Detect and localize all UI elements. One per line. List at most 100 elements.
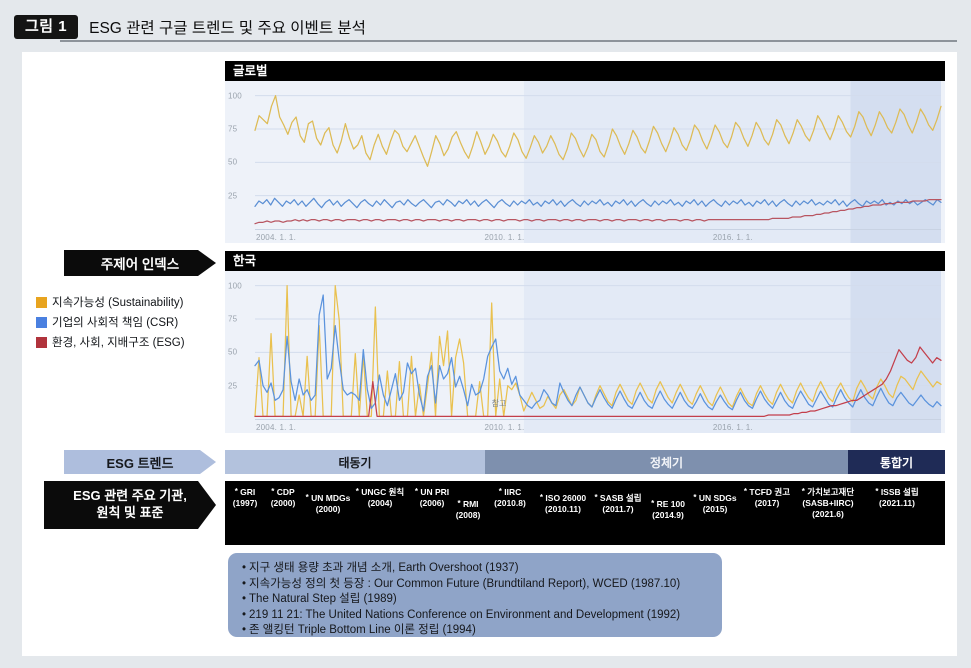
legend-item: 환경, 사회, 지배구조 (ESG)	[36, 334, 185, 350]
phase-band-integration: 통합기	[848, 450, 945, 474]
callout-bullet-text: 지구 생태 용량 초과 개념 소개, Earth Overshoot (1937…	[249, 562, 519, 574]
page-title: ESG 관련 구글 트렌드 및 주요 이벤트 분석	[89, 20, 366, 37]
timeline-item-date: (2004)	[367, 498, 393, 509]
chart-legend: 지속가능성 (Sustainability) 기업의 사회적 책임 (CSR) …	[36, 294, 185, 354]
chart-panel-korea: 한국 25 50 75 100 2004. 1. 1. 2010. 1. 1. 2016. …	[225, 251, 945, 433]
label-keyword-index: 주제어 인덱스	[64, 250, 216, 276]
phase-label-integration: 통합기	[879, 455, 914, 470]
timeline-item-date: (2010.11)	[545, 504, 581, 515]
legend-swatch-esg	[36, 336, 47, 348]
timeline-item: * UN SDGs (2015)	[693, 493, 736, 515]
timeline-item-name: UN SDGs	[696, 493, 737, 503]
label-esg-trend-text: ESG 트렌드	[106, 455, 174, 471]
timeline-item-date: (2011.7)	[602, 504, 634, 515]
figure-canvas: 글로벌 25 50 75 100 2004. 1. 1. 2010. 1. 1. 2016.…	[22, 52, 957, 656]
callout-bullet-text: 219 11 21: The United Nations Conference…	[249, 608, 681, 621]
y-tick-label: 75	[228, 124, 238, 134]
x-tick-label: 2004. 1. 1.	[256, 233, 297, 242]
legend-label-csr: 기업의 사회적 책임 (CSR)	[52, 317, 179, 329]
y-tick-label: 50	[228, 347, 238, 357]
timeline-item-date: (2021.11)	[879, 498, 915, 509]
legend-label-esg: 환경, 사회, 지배구조 (ESG)	[52, 337, 185, 349]
callout-bullet: • 219 11 21: The United Nations Conferenc…	[242, 608, 710, 624]
timeline-item-date: (2014.9)	[652, 510, 684, 521]
timeline-item: * UN MDGs (2000)	[306, 493, 351, 515]
timeline-item-name: RMI	[460, 499, 479, 509]
institutions-timeline: * GRI (1997) * CDP (2000) * UN MDGs (2000) * U…	[225, 481, 945, 545]
timeline-item-name: CDP	[274, 487, 295, 497]
chart-title-korea: 한국	[225, 251, 945, 271]
timeline-item-date: (2017)	[754, 498, 780, 509]
timeline-item-name: GRI	[237, 487, 256, 497]
legend-item: 기업의 사회적 책임 (CSR)	[36, 314, 185, 330]
y-tick-label: 100	[228, 91, 242, 101]
plot-area-global: 25 50 75 100 2004. 1. 1. 2010. 1. 1. 2016. 1. …	[225, 81, 945, 243]
callout-bullet-text: The Natural Step 설립 (1989)	[249, 593, 397, 605]
callout-bullet: • 지속가능성 정의 첫 등장 : Our Common Future (Brun…	[242, 577, 710, 593]
callout-bullet: • 지구 생태 용량 초과 개념 소개, Earth Overshoot (193…	[242, 561, 710, 577]
timeline-item-name: UNGC 원칙	[358, 487, 405, 497]
timeline-item-date: (SASB+IIRC)	[802, 498, 854, 509]
timeline-item-name: ISO 26000	[543, 493, 587, 503]
callout-bullet: • The Natural Step 설립 (1989)	[242, 592, 710, 608]
timeline-item-name: UN PRI	[417, 487, 450, 497]
callout-bullet-text: 지속가능성 정의 첫 등장 : Our Common Future (Brund…	[249, 577, 681, 590]
timeline-item-date: (2010.8)	[494, 498, 526, 509]
chart-title-global: 글로벌	[225, 61, 945, 81]
phase-band-stagnant: 정체기	[485, 450, 848, 474]
x-tick-label: 2016. 1. 1.	[712, 233, 753, 242]
figure-header: 그림 1 ESG 관련 구글 트렌드 및 주요 이벤트 분석	[14, 12, 957, 42]
chart-panel-global: 글로벌 25 50 75 100 2004. 1. 1. 2010. 1. 1. 2016.…	[225, 61, 945, 243]
figure-number-badge: 그림 1	[14, 14, 79, 40]
timeline-item-date: (2006)	[419, 498, 445, 509]
timeline-item-name: SASB 설립	[597, 493, 642, 503]
timeline-item-name: IIRC	[501, 487, 522, 497]
callout-bullet: • 존 앨킹턴 Triple Bottom Line 이론 정립 (1994)	[242, 623, 710, 639]
timeline-item-date-secondary: (2021.6)	[812, 509, 844, 520]
plot-area-korea: 25 50 75 100 2004. 1. 1. 2010. 1. 1. 2016. 1. …	[225, 271, 945, 433]
phase-label-early: 태동기	[338, 455, 372, 470]
timeline-item: * IIRC (2010.8)	[494, 487, 526, 509]
timeline-item-date: (2000)	[315, 504, 341, 515]
y-tick-label: 100	[228, 281, 242, 291]
timeline-item: * 가치보고재단 (SASB+IIRC) (2021.6)	[802, 487, 854, 521]
timeline-item: * RMI (2008)	[456, 499, 481, 521]
timeline-item-name: TCFD 권고	[747, 487, 791, 497]
timeline-item-name: RE 100	[654, 499, 685, 509]
header-divider	[60, 40, 957, 42]
timeline-item-name: UN MDGs	[308, 493, 351, 503]
legend-swatch-csr	[36, 316, 47, 328]
bullet-dot-icon: •	[242, 624, 247, 636]
y-tick-label: 25	[228, 191, 238, 201]
x-tick-label: 2010. 1. 1.	[484, 233, 525, 242]
timeline-item: * UNGC 원칙 (2004)	[356, 487, 405, 509]
label-keyword-index-text: 주제어 인덱스	[100, 257, 180, 272]
timeline-item: * SASB 설립 (2011.7)	[594, 493, 641, 515]
legend-swatch-sustainability	[36, 296, 47, 308]
timeline-item-name: 가치보고재단	[804, 487, 855, 497]
phase-label-stagnant: 정체기	[649, 455, 684, 470]
timeline-item: * GRI (1997)	[233, 487, 258, 509]
phase-bar: 태동기 정체기 통합기	[225, 450, 945, 474]
timeline-item: * TCFD 권고 (2017)	[744, 487, 790, 509]
historical-events-callout: • 지구 생태 용량 초과 개념 소개, Earth Overshoot (193…	[228, 553, 722, 637]
timeline-item-date: (2008)	[455, 510, 481, 521]
bullet-dot-icon: •	[242, 562, 247, 574]
timeline-item-date: (2015)	[702, 504, 728, 515]
timeline-item-date: (2000)	[270, 498, 296, 509]
timeline-item: * RE 100 (2014.9)	[651, 499, 685, 521]
x-tick-label: 2004. 1. 1.	[256, 423, 297, 432]
legend-item: 지속가능성 (Sustainability)	[36, 294, 185, 310]
y-tick-label: 50	[228, 157, 238, 167]
timeline-item-name: ISSB 설립	[878, 487, 919, 497]
timeline-item: * CDP (2000)	[271, 487, 296, 509]
label-esg-trend: ESG 트렌드	[64, 450, 216, 474]
legend-label-sustainability: 지속가능성 (Sustainability)	[52, 297, 184, 309]
phase-band-early: 태동기	[225, 450, 485, 474]
timeline-item: * ISSB 설립 (2021.11)	[875, 487, 918, 509]
timeline-item: * UN PRI (2006)	[415, 487, 449, 509]
x-tick-label: 2010. 1. 1.	[484, 423, 525, 432]
bullet-dot-icon: •	[242, 593, 247, 605]
bullet-dot-icon: •	[242, 577, 247, 590]
callout-bullet-text: 존 앨킹턴 Triple Bottom Line 이론 정립 (1994)	[249, 624, 476, 636]
